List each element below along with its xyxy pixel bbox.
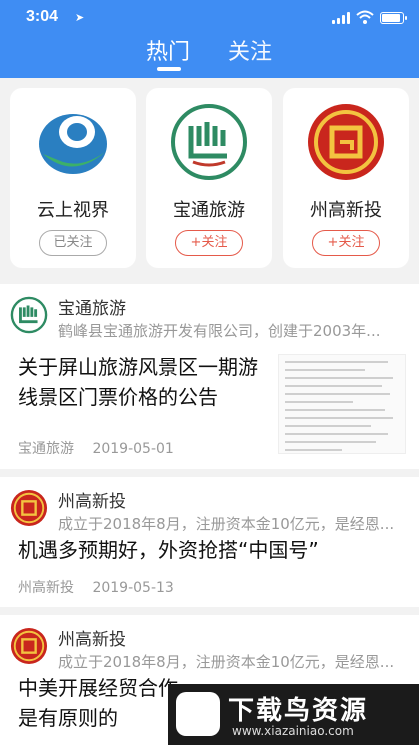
- source-name[interactable]: 州高新投: [58, 487, 126, 512]
- article-thumbnail[interactable]: [278, 354, 406, 454]
- card-name: 州高新投: [310, 200, 382, 221]
- tab-hot[interactable]: 热门: [146, 34, 190, 66]
- follow-button[interactable]: +关注: [312, 230, 380, 256]
- top-header: 3:04 ➤ 热门 关注: [0, 0, 419, 78]
- baotong-logo-icon: [10, 296, 48, 334]
- zhougao-logo-icon: [10, 489, 48, 527]
- source-description: 成立于2018年8月，注册资本金10亿元，是经恩...: [58, 515, 395, 533]
- source-description: 成立于2018年8月，注册资本金10亿元，是经恩...: [58, 653, 395, 671]
- recommended-accounts: 云上视界 已关注 宝通旅游 +关注 州高新投 +关注: [0, 78, 419, 278]
- watermark-logo-icon: [176, 692, 220, 736]
- tab-bar: 热门 关注: [0, 34, 419, 74]
- article-meta: 州高新投 2019-05-13: [18, 577, 174, 597]
- status-time: 3:04: [26, 8, 59, 25]
- yunshang-logo-icon: [39, 114, 107, 174]
- account-card-yunshang[interactable]: 云上视界 已关注: [10, 88, 136, 268]
- source-name[interactable]: 州高新投: [58, 625, 126, 650]
- article-item[interactable]: 州高新投 成立于2018年8月，注册资本金10亿元，是经恩... 机遇多预期好，…: [0, 477, 419, 607]
- article-title[interactable]: 关于屏山旅游风景区一期游线景区门票价格的公告: [18, 352, 258, 412]
- status-bar: 3:04 ➤: [0, 0, 419, 36]
- article-date: 2019-05-01: [92, 441, 174, 457]
- article-author: 宝通旅游: [18, 441, 74, 457]
- article-title[interactable]: 中美开展经贸合作是有原则的: [18, 673, 188, 733]
- baotong-logo-icon: [171, 104, 247, 180]
- article-title[interactable]: 机遇多预期好，外资抢搭“中国号”: [18, 535, 408, 565]
- zhougao-logo-icon: [10, 627, 48, 665]
- article-meta: 宝通旅游 2019-05-01: [18, 438, 174, 458]
- source-name[interactable]: 宝通旅游: [58, 294, 126, 319]
- watermark-text: 下载鸟资源: [228, 696, 369, 726]
- watermark-url: www.xiazainiao.com: [232, 724, 354, 738]
- battery-icon: [380, 12, 407, 24]
- signal-icon: [332, 12, 350, 24]
- account-card-baotong[interactable]: 宝通旅游 +关注: [146, 88, 272, 268]
- tab-follow[interactable]: 关注: [228, 34, 272, 66]
- followed-button[interactable]: 已关注: [39, 230, 107, 256]
- zhougao-logo-icon: [308, 104, 384, 180]
- card-name: 宝通旅游: [173, 200, 245, 221]
- wifi-icon: [356, 10, 374, 24]
- article-author: 州高新投: [18, 580, 74, 596]
- active-tab-indicator: [157, 67, 181, 71]
- article-feed: 宝通旅游 鹤峰县宝通旅游开发有限公司，创建于2003年... 关于屏山旅游风景区…: [0, 284, 419, 745]
- article-date: 2019-05-13: [92, 580, 174, 596]
- follow-button[interactable]: +关注: [175, 230, 243, 256]
- account-card-zhougao[interactable]: 州高新投 +关注: [283, 88, 409, 268]
- card-name: 云上视界: [37, 200, 109, 221]
- source-description: 鹤峰县宝通旅游开发有限公司，创建于2003年...: [58, 322, 381, 340]
- watermark-banner: 下载鸟资源 www.xiazainiao.com: [168, 684, 419, 745]
- location-arrow-icon: ➤: [75, 11, 85, 24]
- article-item[interactable]: 宝通旅游 鹤峰县宝通旅游开发有限公司，创建于2003年... 关于屏山旅游风景区…: [0, 284, 419, 469]
